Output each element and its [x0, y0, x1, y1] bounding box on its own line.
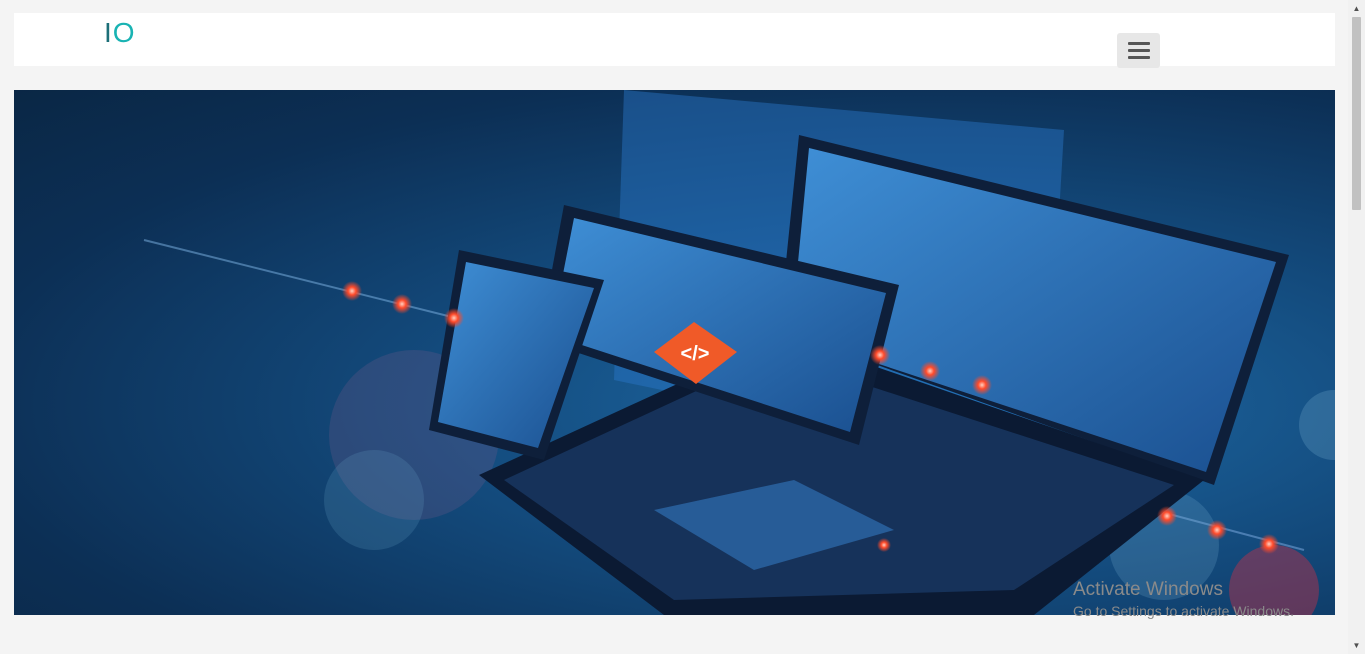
light-spark	[870, 345, 890, 365]
activate-windows-watermark: Activate Windows Go to Settings to activ…	[1073, 579, 1294, 619]
hero-illustration: </>	[143, 90, 1335, 615]
bokeh	[324, 450, 424, 550]
chevron-down-icon[interactable]: ▼	[1348, 637, 1365, 654]
light-spark	[920, 361, 940, 381]
menu-bar	[1127, 56, 1150, 59]
logo-letter-1: I	[104, 17, 113, 48]
hero-banner-image: </>	[14, 90, 1335, 615]
logo-letter-2: O	[112, 17, 136, 48]
light-spark	[1157, 506, 1177, 526]
menu-bar	[1127, 42, 1150, 45]
bokeh	[1299, 390, 1335, 460]
menu-bar	[1127, 49, 1150, 52]
light-spark	[1207, 520, 1227, 540]
light-spark	[342, 281, 362, 301]
chevron-up-icon[interactable]: ▲	[1348, 0, 1365, 17]
watermark-title: Activate Windows	[1073, 579, 1223, 600]
light-spark	[392, 294, 412, 314]
watermark-subtitle: Go to Settings to activate Windows.	[1073, 603, 1294, 619]
code-badge-label: </>	[681, 343, 710, 365]
brand-logo[interactable]: IO	[104, 17, 136, 49]
vertical-scrollbar[interactable]: ▲ ▼	[1348, 0, 1365, 654]
light-streak	[143, 239, 485, 326]
light-spark	[972, 375, 992, 395]
light-spark	[444, 308, 464, 328]
light-spark	[877, 538, 891, 552]
top-navbar: IO	[14, 13, 1335, 68]
light-spark	[1259, 534, 1279, 554]
hamburger-menu-icon[interactable]	[1117, 33, 1160, 68]
scrollbar-thumb[interactable]	[1352, 17, 1361, 210]
